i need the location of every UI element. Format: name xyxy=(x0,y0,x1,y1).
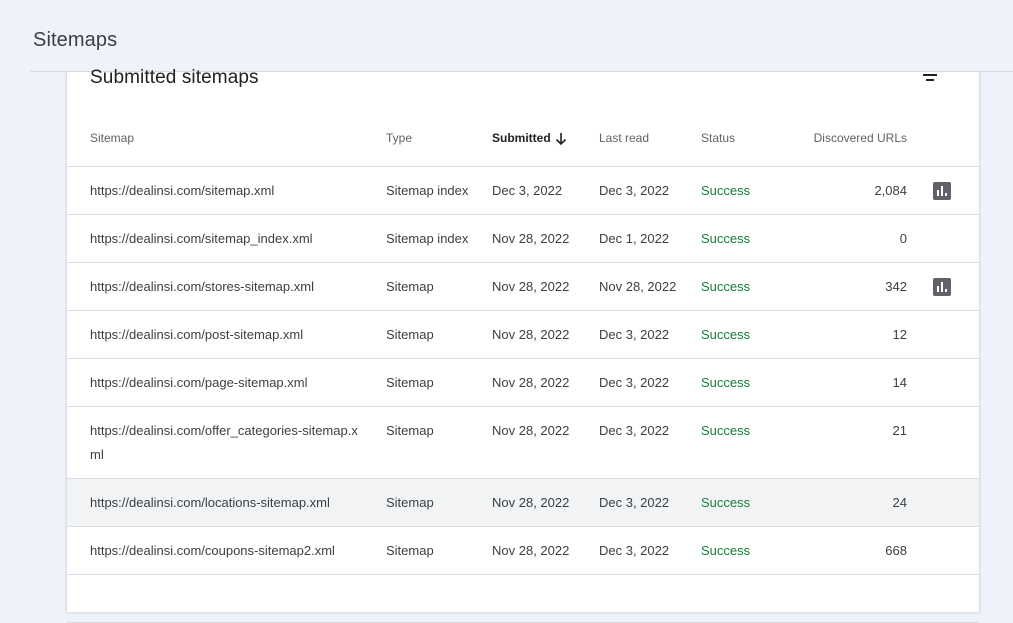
submitted-date: Nov 28, 2022 xyxy=(492,231,570,246)
bar-chart-icon[interactable] xyxy=(933,182,951,200)
status-text: Success xyxy=(701,279,751,294)
sitemap-type: Sitemap index xyxy=(386,183,469,198)
last-read-date: Nov 28, 2022 xyxy=(599,279,677,294)
last-read-date: Dec 1, 2022 xyxy=(599,231,670,246)
table-row[interactable]: https://dealinsi.com/stores-sitemap.xml S… xyxy=(67,263,979,311)
table-row[interactable]: https://dealinsi.com/sitemap_index.xml Si… xyxy=(67,215,979,263)
sitemap-type: Sitemap xyxy=(386,543,434,558)
sitemap-url: https://dealinsi.com/sitemap.xml xyxy=(90,183,275,198)
sitemap-url: https://dealinsi.com/page-sitemap.xml xyxy=(90,375,308,390)
submitted-date: Nov 28, 2022 xyxy=(492,327,570,342)
last-read-date: Dec 3, 2022 xyxy=(599,543,670,558)
status-text: Success xyxy=(701,423,751,438)
table-header: Sitemap Type Submitted Last read Status … xyxy=(67,124,979,167)
submitted-date: Dec 3, 2022 xyxy=(492,183,563,198)
bar-chart-icon[interactable] xyxy=(933,278,951,296)
discovered-urls-count: 14 xyxy=(892,375,907,390)
sitemap-type: Sitemap xyxy=(386,279,434,294)
sitemap-url: https://dealinsi.com/sitemap_index.xml xyxy=(90,231,313,246)
submitted-date: Nov 28, 2022 xyxy=(492,423,570,438)
sitemap-type: Sitemap xyxy=(386,423,434,438)
last-read-date: Dec 3, 2022 xyxy=(599,327,670,342)
status-text: Success xyxy=(701,375,751,390)
sitemap-type: Sitemap xyxy=(386,327,434,342)
filter-icon[interactable] xyxy=(921,74,939,86)
arrow-down-icon xyxy=(555,132,566,145)
submitted-sitemaps-card: Submitted sitemaps Sitemap Type Submitte… xyxy=(66,67,980,623)
column-header-sitemap[interactable]: Sitemap xyxy=(90,131,134,145)
discovered-urls-count: 2,084 xyxy=(874,183,907,198)
sitemap-type: Sitemap xyxy=(386,375,434,390)
sitemap-url: https://dealinsi.com/stores-sitemap.xml xyxy=(90,279,314,294)
sitemap-url: https://dealinsi.com/coupons-sitemap2.xm… xyxy=(90,543,335,558)
discovered-urls-count: 12 xyxy=(892,327,907,342)
status-text: Success xyxy=(701,543,751,558)
status-text: Success xyxy=(701,231,751,246)
column-header-submitted-label: Submitted xyxy=(492,131,551,145)
page-header: Sitemaps xyxy=(0,0,1013,71)
status-text: Success xyxy=(701,183,751,198)
submitted-date: Nov 28, 2022 xyxy=(492,495,570,510)
last-read-date: Dec 3, 2022 xyxy=(599,375,670,390)
submitted-date: Nov 28, 2022 xyxy=(492,543,570,558)
sitemap-type: Sitemap index xyxy=(386,231,469,246)
discovered-urls-count: 21 xyxy=(892,423,907,438)
page-title: Sitemaps xyxy=(33,29,118,51)
discovered-urls-count: 668 xyxy=(885,543,907,558)
discovered-urls-count: 24 xyxy=(892,495,907,510)
discovered-urls-count: 342 xyxy=(885,279,907,294)
column-header-last-read[interactable]: Last read xyxy=(599,131,649,145)
table-row[interactable]: https://dealinsi.com/offer_categories-si… xyxy=(67,407,979,479)
card-title: Submitted sitemaps xyxy=(90,67,259,88)
column-header-submitted[interactable]: Submitted xyxy=(492,131,567,146)
sitemap-url: https://dealinsi.com/locations-sitemap.x… xyxy=(90,495,330,510)
sitemap-url: https://dealinsi.com/offer_categories-si… xyxy=(90,423,358,462)
last-read-date: Dec 3, 2022 xyxy=(599,423,670,438)
table-row[interactable]: https://dealinsi.com/post-sitemap.xml Sit… xyxy=(67,311,979,359)
column-header-discovered-urls[interactable]: Discovered URLs xyxy=(814,131,907,145)
last-read-date: Dec 3, 2022 xyxy=(599,183,670,198)
table-row[interactable]: https://dealinsi.com/locations-sitemap.x… xyxy=(67,479,979,527)
status-text: Success xyxy=(701,327,751,342)
sitemap-url: https://dealinsi.com/post-sitemap.xml xyxy=(90,327,304,342)
table-row-partial[interactable] xyxy=(67,575,979,623)
column-header-type[interactable]: Type xyxy=(386,131,412,145)
submitted-date: Nov 28, 2022 xyxy=(492,279,570,294)
sitemap-type: Sitemap xyxy=(386,495,434,510)
table-row[interactable]: https://dealinsi.com/sitemap.xml Sitemap … xyxy=(67,167,979,215)
table-row[interactable]: https://dealinsi.com/page-sitemap.xml Sit… xyxy=(67,359,979,407)
last-read-date: Dec 3, 2022 xyxy=(599,495,670,510)
sitemaps-table-body: https://dealinsi.com/sitemap.xml Sitemap … xyxy=(67,167,979,623)
submitted-date: Nov 28, 2022 xyxy=(492,375,570,390)
column-header-status[interactable]: Status xyxy=(701,131,735,145)
status-text: Success xyxy=(701,495,751,510)
table-row[interactable]: https://dealinsi.com/coupons-sitemap2.xm… xyxy=(67,527,979,575)
discovered-urls-count: 0 xyxy=(899,231,907,246)
